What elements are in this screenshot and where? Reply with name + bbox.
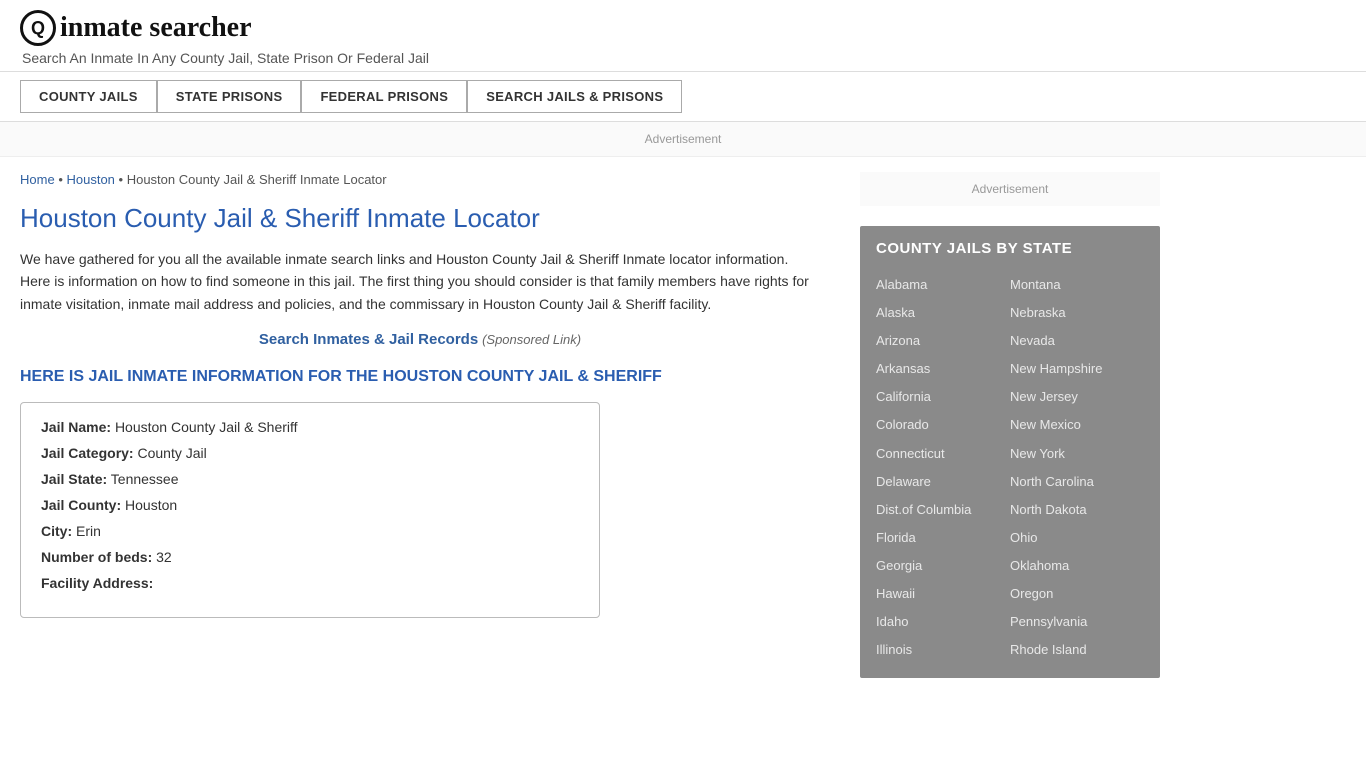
state-link[interactable]: California xyxy=(876,383,1010,411)
jail-name-label: Jail Name: xyxy=(41,419,111,435)
state-link[interactable]: Nebraska xyxy=(1010,299,1144,327)
beds-label: Number of beds: xyxy=(41,549,152,565)
search-inmates-link[interactable]: Search Inmates & Jail Records xyxy=(259,331,478,348)
state-link[interactable]: Arizona xyxy=(876,327,1010,355)
nav-county-jails[interactable]: COUNTY JAILS xyxy=(20,80,157,113)
page-title: Houston County Jail & Sheriff Inmate Loc… xyxy=(20,203,820,234)
info-jail-state: Jail State: Tennessee xyxy=(41,471,579,487)
content-wrapper: Home • Houston • Houston County Jail & S… xyxy=(0,157,1366,693)
state-link[interactable]: New Jersey xyxy=(1010,383,1144,411)
county-jails-title: COUNTY JAILS BY STATE xyxy=(876,240,1144,257)
sidebar-ad-label: Advertisement xyxy=(972,182,1049,196)
nav-search-jails[interactable]: SEARCH JAILS & PRISONS xyxy=(467,80,682,113)
state-link[interactable]: Oklahoma xyxy=(1010,552,1144,580)
main-content: Home • Houston • Houston County Jail & S… xyxy=(20,157,840,693)
state-link[interactable]: Illinois xyxy=(876,636,1010,664)
site-name: inmate searcher xyxy=(60,12,252,44)
jail-category-value: County Jail xyxy=(137,445,206,461)
state-link[interactable]: Florida xyxy=(876,524,1010,552)
tagline: Search An Inmate In Any County Jail, Sta… xyxy=(22,50,1346,66)
nav-federal-prisons[interactable]: FEDERAL PRISONS xyxy=(301,80,467,113)
jail-county-value: Houston xyxy=(125,497,177,513)
jail-category-label: Jail Category: xyxy=(41,445,134,461)
info-jail-category: Jail Category: County Jail xyxy=(41,445,579,461)
state-link[interactable]: Arkansas xyxy=(876,355,1010,383)
jail-info-box: Jail Name: Houston County Jail & Sheriff… xyxy=(20,402,600,618)
state-link[interactable]: Oregon xyxy=(1010,580,1144,608)
jail-county-label: Jail County: xyxy=(41,497,121,513)
info-address: Facility Address: xyxy=(41,575,579,591)
state-link[interactable]: Dist.of Columbia xyxy=(876,496,1010,524)
sponsored-label: (Sponsored Link) xyxy=(482,332,581,347)
city-value: Erin xyxy=(76,523,101,539)
nav-state-prisons[interactable]: STATE PRISONS xyxy=(157,80,302,113)
breadcrumb-city[interactable]: Houston xyxy=(66,172,114,187)
beds-value: 32 xyxy=(156,549,172,565)
county-jails-by-state: COUNTY JAILS BY STATE AlabamaAlaskaArizo… xyxy=(860,226,1160,678)
section-heading: HERE IS JAIL INMATE INFORMATION FOR THE … xyxy=(20,368,820,386)
states-col2: MontanaNebraskaNevadaNew HampshireNew Je… xyxy=(1010,271,1144,664)
state-link[interactable]: Nevada xyxy=(1010,327,1144,355)
logo-area: Q inmate searcher xyxy=(20,10,1346,46)
info-jail-county: Jail County: Houston xyxy=(41,497,579,513)
state-link[interactable]: North Dakota xyxy=(1010,496,1144,524)
info-beds: Number of beds: 32 xyxy=(41,549,579,565)
state-link[interactable]: Idaho xyxy=(876,608,1010,636)
state-link[interactable]: Ohio xyxy=(1010,524,1144,552)
info-jail-name: Jail Name: Houston County Jail & Sheriff xyxy=(41,419,579,435)
state-link[interactable]: Alabama xyxy=(876,271,1010,299)
address-label: Facility Address: xyxy=(41,575,153,591)
jail-state-value: Tennessee xyxy=(111,471,179,487)
breadcrumb-home[interactable]: Home xyxy=(20,172,55,187)
top-ad-banner: Advertisement xyxy=(0,122,1366,157)
states-grid: AlabamaAlaskaArizonaArkansasCaliforniaCo… xyxy=(876,271,1144,664)
description: We have gathered for you all the availab… xyxy=(20,248,820,315)
jail-name-value: Houston County Jail & Sheriff xyxy=(115,419,298,435)
state-link[interactable]: Pennsylvania xyxy=(1010,608,1144,636)
state-link[interactable]: Delaware xyxy=(876,468,1010,496)
state-link[interactable]: New Mexico xyxy=(1010,411,1144,439)
header: Q inmate searcher Search An Inmate In An… xyxy=(0,0,1366,71)
breadcrumb-current: Houston County Jail & Sheriff Inmate Loc… xyxy=(127,172,387,187)
state-link[interactable]: Montana xyxy=(1010,271,1144,299)
info-city: City: Erin xyxy=(41,523,579,539)
sidebar-ad: Advertisement xyxy=(860,172,1160,206)
state-link[interactable]: Alaska xyxy=(876,299,1010,327)
state-link[interactable]: Connecticut xyxy=(876,440,1010,468)
sidebar: Advertisement COUNTY JAILS BY STATE Alab… xyxy=(840,157,1160,693)
state-link[interactable]: North Carolina xyxy=(1010,468,1144,496)
breadcrumb: Home • Houston • Houston County Jail & S… xyxy=(20,172,820,187)
state-link[interactable]: Rhode Island xyxy=(1010,636,1144,664)
state-link[interactable]: New York xyxy=(1010,440,1144,468)
states-col1: AlabamaAlaskaArizonaArkansasCaliforniaCo… xyxy=(876,271,1010,664)
jail-state-label: Jail State: xyxy=(41,471,107,487)
nav-bar: COUNTY JAILS STATE PRISONS FEDERAL PRISO… xyxy=(0,71,1366,122)
city-label: City: xyxy=(41,523,72,539)
state-link[interactable]: Colorado xyxy=(876,411,1010,439)
state-link[interactable]: Georgia xyxy=(876,552,1010,580)
search-link-area: Search Inmates & Jail Records (Sponsored… xyxy=(20,331,820,348)
top-ad-label: Advertisement xyxy=(645,132,722,146)
state-link[interactable]: Hawaii xyxy=(876,580,1010,608)
state-link[interactable]: New Hampshire xyxy=(1010,355,1144,383)
logo-icon: Q xyxy=(20,10,56,46)
